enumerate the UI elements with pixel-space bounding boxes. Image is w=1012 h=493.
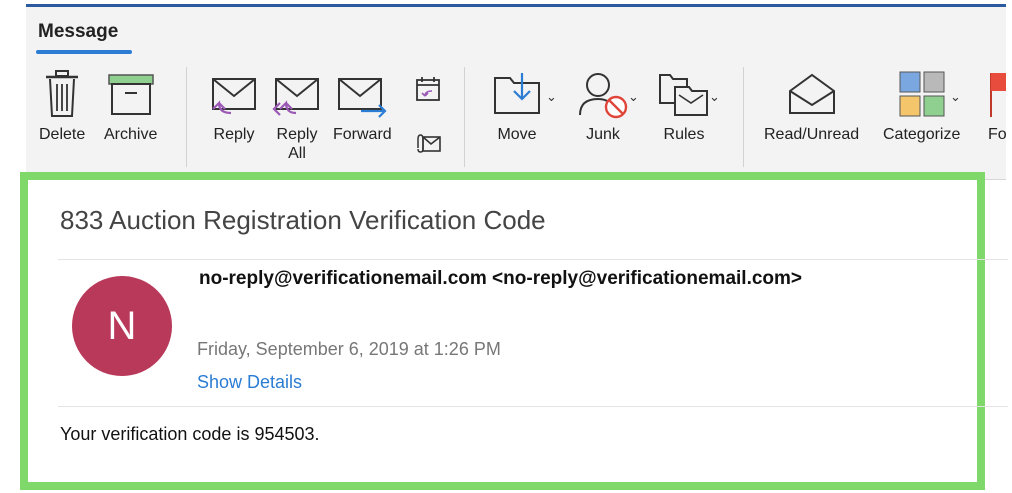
ribbon-separator: [186, 67, 187, 167]
body-divider: [58, 406, 1008, 407]
ribbon-separator: [743, 67, 744, 167]
reply-all-label: Reply All: [277, 125, 318, 163]
reply-with-meeting-button[interactable]: [414, 75, 442, 103]
reply-all-button[interactable]: Reply All: [272, 69, 322, 163]
ribbon-toolbar: Message Delete Archive Reply Reply All F…: [26, 7, 1007, 180]
tab-active-indicator: [36, 50, 132, 54]
move-folder-icon: [494, 73, 540, 114]
avatar-letter: N: [107, 303, 137, 348]
tab-message[interactable]: Message: [38, 21, 118, 43]
follow-up-button[interactable]: Fo: [988, 69, 1007, 144]
forward-button[interactable]: Forward: [333, 69, 392, 144]
forward-label: Forward: [333, 126, 392, 143]
categorize-chevron-down-icon[interactable]: ⌄: [950, 89, 961, 105]
read-unread-label: Read/Unread: [764, 126, 860, 143]
forward-icon: [338, 78, 387, 118]
reply-icon: [212, 78, 256, 115]
reply-all-label-line1: Reply: [276, 126, 318, 143]
reply-button[interactable]: Reply: [209, 69, 259, 144]
read-unread-button[interactable]: Read/Unread: [764, 69, 859, 144]
archive-box-icon: [107, 74, 154, 115]
forward-as-attachment-button[interactable]: [414, 133, 442, 155]
delete-label: Delete: [39, 126, 86, 143]
reply-all-label-line2: All: [288, 145, 306, 162]
categorize-label: Categorize: [883, 126, 961, 143]
delete-button[interactable]: Delete: [39, 69, 85, 144]
sender-avatar: N: [72, 276, 172, 376]
message-highlight-frame: 833 Auction Registration Verification Co…: [20, 172, 1008, 490]
attachment-icon: [417, 134, 441, 153]
sender-address[interactable]: no-reply@verificationemail.com <no-reply…: [199, 268, 802, 290]
rules-chevron-down-icon[interactable]: ⌄: [709, 89, 720, 105]
junk-label: Junk: [586, 126, 620, 143]
junk-chevron-down-icon[interactable]: ⌄: [628, 89, 639, 105]
junk-icon: [579, 73, 628, 119]
meeting-icon: [416, 77, 440, 101]
show-details-link[interactable]: Show Details: [197, 372, 302, 393]
message-body: Your verification code is 954503.: [60, 424, 320, 444]
reply-all-icon: [272, 78, 319, 116]
rules-button[interactable]: Rules: [657, 69, 711, 144]
message-subject: 833 Auction Registration Verification Co…: [60, 205, 546, 235]
category-grid-icon: [899, 71, 945, 117]
junk-button[interactable]: Junk: [576, 69, 630, 144]
flag-icon: [990, 73, 1006, 117]
categorize-button[interactable]: Categorize: [883, 69, 960, 144]
rules-icon: [659, 74, 708, 116]
header-divider: [58, 259, 1008, 260]
open-envelope-icon: [788, 73, 835, 114]
archive-label: Archive: [104, 126, 158, 143]
move-label: Move: [497, 126, 537, 143]
archive-button[interactable]: Archive: [104, 69, 157, 144]
reply-label: Reply: [213, 126, 255, 143]
trash-icon: [46, 70, 79, 117]
ribbon-separator: [464, 67, 465, 167]
follow-up-label: Fo: [988, 126, 1007, 143]
move-chevron-down-icon[interactable]: ⌄: [546, 89, 557, 105]
message-date: Friday, September 6, 2019 at 1:26 PM: [197, 339, 501, 359]
rules-label: Rules: [663, 126, 705, 143]
move-button[interactable]: Move: [492, 69, 542, 144]
